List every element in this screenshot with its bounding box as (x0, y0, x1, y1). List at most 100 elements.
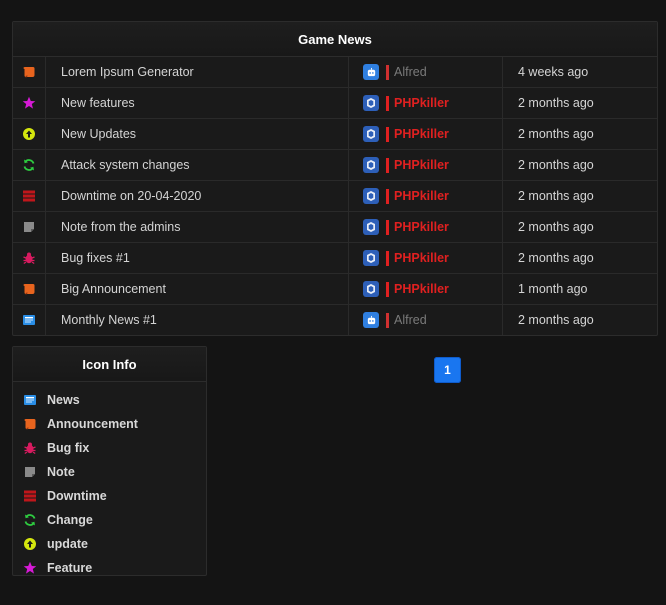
newspaper-icon (22, 313, 36, 327)
news-title-link[interactable]: Bug fixes #1 (45, 242, 349, 274)
legend-item-change: Change (23, 508, 206, 532)
legend-item-note: Note (23, 460, 206, 484)
news-time: 1 month ago (502, 273, 657, 305)
news-author[interactable]: PHPkiller (348, 87, 503, 119)
page-1-button[interactable]: 1 (434, 357, 461, 383)
author-name[interactable]: Alfred (394, 65, 427, 79)
news-row[interactable]: Note from the admins PHPkiller 2 months … (13, 211, 657, 243)
avatar (363, 188, 379, 204)
news-time: 2 months ago (502, 242, 657, 274)
news-type-cell (13, 57, 46, 88)
scroll-icon (22, 282, 36, 296)
note-icon (22, 220, 36, 234)
legend-item-news: News (23, 388, 206, 412)
avatar (363, 219, 379, 235)
arrow-up-circle-icon (23, 537, 37, 551)
legend-item-bugfix: Bug fix (23, 436, 206, 460)
news-time: 2 months ago (502, 149, 657, 181)
avatar (363, 250, 379, 266)
news-time: 4 weeks ago (502, 57, 657, 88)
author-name[interactable]: PHPkiller (394, 96, 449, 110)
avatar (363, 281, 379, 297)
news-type-cell (13, 273, 46, 305)
news-title-link[interactable]: Note from the admins (45, 211, 349, 243)
avatar (363, 312, 379, 328)
star-icon (22, 96, 36, 110)
news-time: 2 months ago (502, 180, 657, 212)
news-row[interactable]: Bug fixes #1 PHPkiller 2 months ago (13, 242, 657, 274)
scroll-icon (22, 65, 36, 79)
news-title-link[interactable]: Attack system changes (45, 149, 349, 181)
server-icon (22, 189, 36, 203)
news-time: 2 months ago (502, 118, 657, 150)
news-type-cell (13, 118, 46, 150)
legend-label: News (47, 393, 80, 407)
rank-bar (386, 64, 389, 80)
news-title-link[interactable]: Lorem Ipsum Generator (45, 57, 349, 88)
legend-label: Feature (47, 561, 93, 575)
author-name[interactable]: PHPkiller (394, 189, 449, 203)
news-author[interactable]: PHPkiller (348, 273, 503, 305)
news-type-cell (13, 211, 46, 243)
news-author[interactable]: Alfred (348, 57, 503, 88)
rank-bar (386, 126, 389, 142)
news-time: 2 months ago (502, 87, 657, 119)
legend-label: update (47, 537, 88, 551)
legend-item-downtime: Downtime (23, 484, 206, 508)
rank-bar (386, 188, 389, 204)
icon-info-title: Icon Info (13, 347, 206, 382)
news-title-link[interactable]: New features (45, 87, 349, 119)
author-name[interactable]: PHPkiller (394, 127, 449, 141)
star-icon (23, 561, 37, 575)
sync-icon (22, 158, 36, 172)
news-table: Lorem Ipsum Generator Alfred 4 weeks ago… (13, 57, 657, 335)
bug-icon (22, 251, 36, 265)
rank-bar (386, 95, 389, 111)
news-row[interactable]: Big Announcement PHPkiller 1 month ago (13, 273, 657, 305)
news-title-link[interactable]: Monthly News #1 (45, 304, 349, 335)
news-author[interactable]: PHPkiller (348, 211, 503, 243)
news-author[interactable]: Alfred (348, 304, 503, 335)
game-news-title: Game News (13, 22, 657, 57)
news-row[interactable]: Lorem Ipsum Generator Alfred 4 weeks ago (13, 57, 657, 88)
legend-item-announcement: Announcement (23, 412, 206, 436)
author-name[interactable]: Alfred (394, 313, 427, 327)
arrow-up-circle-icon (22, 127, 36, 141)
avatar (363, 126, 379, 142)
news-type-cell (13, 304, 46, 335)
sync-icon (23, 513, 37, 527)
game-news-panel: Game News Lorem Ipsum Generator Alfred 4… (12, 21, 658, 336)
news-row[interactable]: Attack system changes PHPkiller 2 months… (13, 149, 657, 181)
legend-label: Announcement (47, 417, 138, 431)
news-author[interactable]: PHPkiller (348, 242, 503, 274)
icon-legend: News Announcement Bug fix Note Downtime Chang… (13, 382, 206, 580)
news-title-link[interactable]: Big Announcement (45, 273, 349, 305)
news-row[interactable]: New Updates PHPkiller 2 months ago (13, 118, 657, 150)
news-author[interactable]: PHPkiller (348, 118, 503, 150)
news-title-link[interactable]: Downtime on 20-04-2020 (45, 180, 349, 212)
author-name[interactable]: PHPkiller (394, 251, 449, 265)
author-name[interactable]: PHPkiller (394, 220, 449, 234)
note-icon (23, 465, 37, 479)
avatar (363, 95, 379, 111)
news-time: 2 months ago (502, 211, 657, 243)
legend-label: Bug fix (47, 441, 90, 455)
author-name[interactable]: PHPkiller (394, 158, 449, 172)
legend-item-update: update (23, 532, 206, 556)
rank-bar (386, 312, 389, 328)
rank-bar (386, 219, 389, 235)
author-name[interactable]: PHPkiller (394, 282, 449, 296)
news-type-cell (13, 242, 46, 274)
news-type-cell (13, 87, 46, 119)
news-author[interactable]: PHPkiller (348, 180, 503, 212)
avatar (363, 157, 379, 173)
news-row[interactable]: Downtime on 20-04-2020 PHPkiller 2 month… (13, 180, 657, 212)
rank-bar (386, 281, 389, 297)
news-row[interactable]: Monthly News #1 Alfred 2 months ago (13, 304, 657, 335)
news-row[interactable]: New features PHPkiller 2 months ago (13, 87, 657, 119)
news-title-link[interactable]: New Updates (45, 118, 349, 150)
news-author[interactable]: PHPkiller (348, 149, 503, 181)
legend-label: Downtime (47, 489, 107, 503)
newspaper-icon (23, 393, 37, 407)
legend-label: Change (47, 513, 93, 527)
